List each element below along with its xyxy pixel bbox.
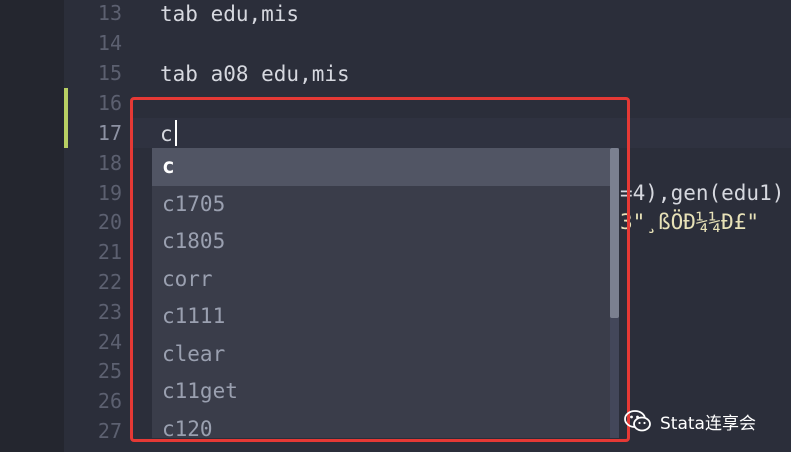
code-line-19-fragment[interactable]: =4),gen(edu1) xyxy=(620,178,784,208)
line-number: 21 xyxy=(97,240,122,264)
annotation-highlight-box xyxy=(130,97,630,442)
line-number: 18 xyxy=(97,151,122,175)
code-line-13[interactable]: tab edu,mis xyxy=(160,0,299,29)
watermark-text: Stata连享会 xyxy=(660,413,756,434)
code-line-15[interactable]: tab a08 edu,mis xyxy=(160,59,350,89)
line-number: 26 xyxy=(97,389,122,413)
code-editor[interactable]: 13 14 15 16 17 18 19 20 21 22 23 24 25 2… xyxy=(0,0,791,452)
line-number: 27 xyxy=(97,419,122,443)
watermark: Stata连享会 xyxy=(624,406,756,436)
line-number: 22 xyxy=(97,270,122,294)
line-number: 16 xyxy=(97,91,122,115)
line-number: 25 xyxy=(97,359,122,383)
line-number: 24 xyxy=(97,330,122,354)
line-number: 13 xyxy=(97,1,122,25)
code-line-20-fragment[interactable]: 3"¸ßÖÐ¼¼Ð£" xyxy=(620,207,759,237)
line-number: 15 xyxy=(97,61,122,85)
line-number: 20 xyxy=(97,210,122,234)
line-number: 14 xyxy=(97,31,122,55)
bottom-border xyxy=(0,452,791,456)
wechat-icon xyxy=(624,410,651,432)
editor-left-margin xyxy=(0,0,64,452)
line-number-current: 17 xyxy=(97,121,122,145)
line-number: 23 xyxy=(97,300,122,324)
line-number: 19 xyxy=(97,181,122,205)
